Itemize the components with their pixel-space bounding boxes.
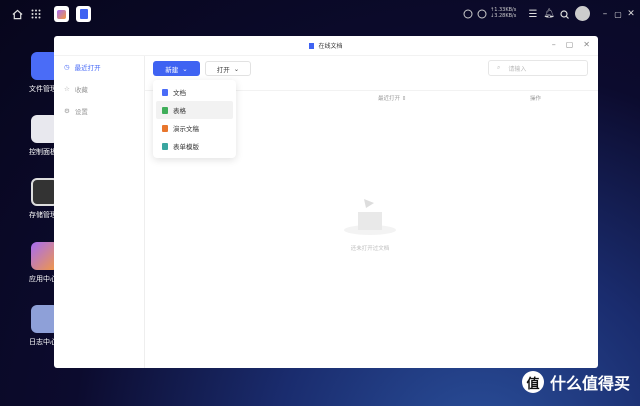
sidebar-item-settings[interactable]: ⚙ 设置 <box>54 100 144 122</box>
clock-icon: ◷ <box>64 63 70 71</box>
empty-state: 还未打开过文档 <box>335 196 405 252</box>
maximize-icon[interactable]: ▢ <box>566 40 574 49</box>
minimize-icon[interactable]: – <box>552 40 556 49</box>
bell-icon[interactable]: 🔔︎ <box>543 6 555 22</box>
window-title: 在线文档 <box>318 43 343 50</box>
minimize-icon[interactable]: – <box>600 6 610 22</box>
star-icon: ☆ <box>64 85 70 93</box>
ram-gauge-icon <box>476 6 488 22</box>
online-docs-taskbar-icon[interactable] <box>76 6 91 22</box>
empty-box-icon <box>344 199 396 235</box>
app-grid-icon[interactable] <box>30 6 42 22</box>
gear-icon: ⚙ <box>64 107 70 115</box>
search-placeholder: 请输入 <box>508 65 527 73</box>
open-button[interactable]: 打开 ⌄ <box>205 61 251 76</box>
new-dropdown-menu: 文档 表格 演示文稿 表单模版 <box>153 80 236 158</box>
form-icon <box>162 142 168 150</box>
window-titlebar[interactable]: 在线文档 – ▢ ✕ <box>54 36 598 56</box>
main-content: 新建 ⌄ 打开 ⌄ ⌕ 请输入 最近打开 ⇕ 操作 文档 表格 演示文稿 表单模版 还… <box>145 56 598 368</box>
taskbar: ↑1.33KB/s ↓3.28KB/s ☰ 🔔︎ – ▢ ✕ <box>0 0 640 28</box>
doc-app-icon <box>309 42 315 49</box>
menu-item-label: 文档 <box>173 89 186 97</box>
presentation-icon <box>162 124 168 132</box>
new-button[interactable]: 新建 ⌄ <box>153 61 200 76</box>
menu-item-label: 表单模版 <box>173 143 199 151</box>
sidebar-item-favorites[interactable]: ☆ 收藏 <box>54 78 144 100</box>
menu-item-label: 表格 <box>173 107 186 115</box>
sidebar-item-label: 最近打开 <box>74 64 101 72</box>
home-icon[interactable] <box>10 6 24 22</box>
search-icon[interactable] <box>558 6 570 22</box>
menu-item-form-template[interactable]: 表单模版 <box>156 137 233 155</box>
document-icon <box>162 88 168 96</box>
watermark-text: 什么值得买 <box>549 374 630 393</box>
column-action: 操作 <box>530 96 542 102</box>
download-speed: ↓3.28KB/s <box>490 13 517 19</box>
menu-item-spreadsheet[interactable]: 表格 <box>156 101 233 119</box>
sidebar: ◷ 最近打开 ☆ 收藏 ⚙ 设置 <box>54 56 145 368</box>
spreadsheet-icon <box>162 106 168 114</box>
sidebar-item-label: 收藏 <box>74 86 88 94</box>
menu-item-presentation[interactable]: 演示文稿 <box>156 119 233 137</box>
empty-text: 还未打开过文档 <box>350 246 390 252</box>
menu-item-label: 演示文稿 <box>173 125 199 133</box>
sidebar-item-recent[interactable]: ◷ 最近打开 <box>54 56 144 78</box>
chevron-down-icon: ⌄ <box>233 64 240 73</box>
server-list-icon[interactable]: ☰ <box>527 6 539 22</box>
open-label: 打开 <box>216 65 230 74</box>
cpu-gauge-icon <box>462 6 474 22</box>
close-icon[interactable]: ✕ <box>583 40 590 49</box>
app-center-taskbar-icon[interactable] <box>54 6 69 22</box>
maximize-icon[interactable]: ▢ <box>613 6 623 22</box>
watermark-logo: 值 <box>521 371 544 393</box>
close-icon[interactable]: ✕ <box>626 6 636 22</box>
new-label: 新建 <box>165 65 179 74</box>
avatar[interactable] <box>575 6 590 21</box>
search-input[interactable]: ⌕ 请输入 <box>488 60 588 76</box>
search-icon: ⌕ <box>497 64 501 71</box>
column-recent-open[interactable]: 最近打开 ⇕ <box>378 94 406 102</box>
network-speed: ↑1.33KB/s ↓3.28KB/s <box>490 7 516 19</box>
menu-item-document[interactable]: 文档 <box>156 83 233 101</box>
watermark: 值什么值得买 <box>521 370 630 394</box>
sidebar-item-label: 设置 <box>74 108 88 116</box>
online-docs-window: 在线文档 – ▢ ✕ ◷ 最近打开 ☆ 收藏 ⚙ 设置 新建 ⌄ 打开 ⌄ ⌕ 请输入 最近打开… <box>54 36 598 368</box>
chevron-down-icon: ⌄ <box>182 64 188 73</box>
